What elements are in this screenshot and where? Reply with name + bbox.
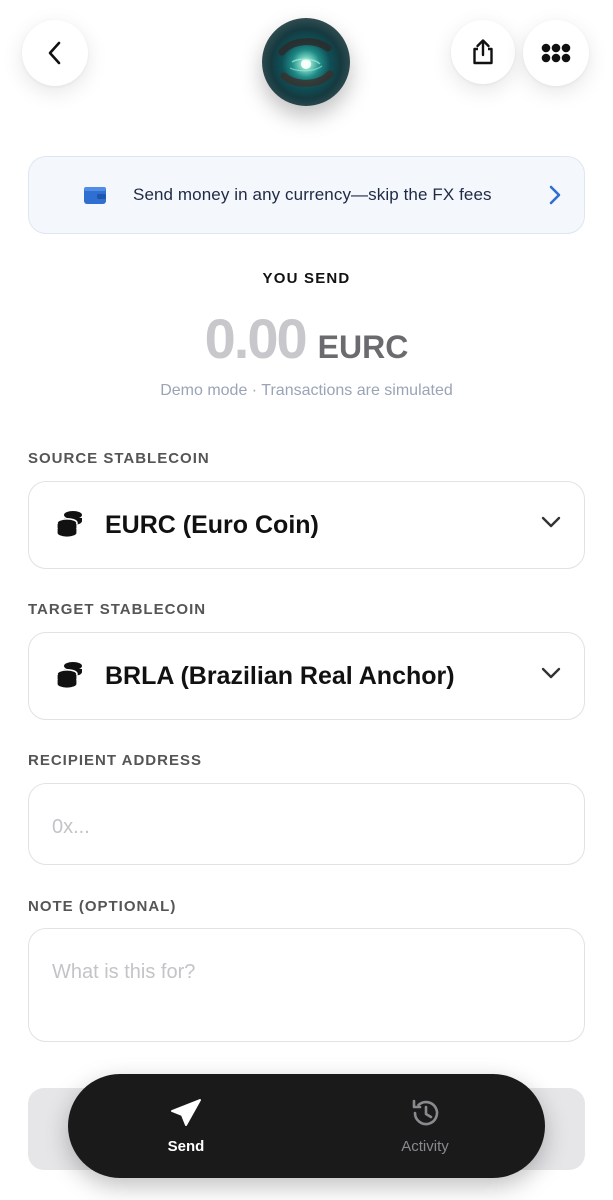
chevron-down-icon: [541, 667, 561, 679]
chevron-right-icon: [549, 185, 561, 205]
note-textarea[interactable]: What is this for?: [28, 928, 585, 1042]
you-send-heading: YOU SEND: [262, 270, 351, 287]
amount-currency: EURC: [317, 329, 409, 365]
chevron-left-icon: [48, 41, 61, 65]
tab-send-label: Send: [167, 1138, 205, 1155]
share-icon: [473, 39, 493, 65]
tab-activity[interactable]: Activity: [365, 1096, 485, 1155]
dots-grid-icon: [541, 43, 571, 63]
chevron-down-icon: [541, 516, 561, 528]
wallet-icon: [79, 179, 111, 211]
target-stablecoin-select[interactable]: BRLA (Brazilian Real Anchor): [28, 632, 585, 720]
avatar-art: [278, 38, 334, 87]
recipient-address-input[interactable]: 0x...: [28, 783, 585, 865]
source-stablecoin-label: SOURCE STABLECOIN: [28, 450, 210, 467]
target-stablecoin-label: TARGET STABLECOIN: [28, 601, 207, 618]
amount-value: 0.00: [204, 307, 308, 370]
history-icon: [412, 1099, 439, 1126]
fx-promo-banner[interactable]: Send money in any currency—skip the FX f…: [28, 156, 585, 234]
avatar[interactable]: [262, 18, 350, 106]
recipient-address-label: RECIPIENT ADDRESS: [28, 752, 202, 769]
source-stablecoin-value: EURC (Euro Coin): [105, 510, 319, 539]
paper-plane-icon: [171, 1099, 201, 1126]
banner-text: Send money in any currency—skip the FX f…: [133, 185, 492, 204]
more-menu-button[interactable]: [523, 20, 589, 86]
bottom-tab-bar: Send Activity: [68, 1074, 545, 1178]
share-button[interactable]: [451, 20, 515, 84]
demo-mode-note: Demo mode · Transactions are simulated: [160, 382, 453, 399]
coins-icon: [53, 659, 87, 693]
back-button[interactable]: [22, 20, 88, 86]
tab-activity-label: Activity: [401, 1138, 449, 1155]
tab-send[interactable]: Send: [126, 1096, 246, 1155]
coins-icon: [53, 508, 87, 542]
source-stablecoin-select[interactable]: EURC (Euro Coin): [28, 481, 585, 569]
amount-display[interactable]: 0.00 EURC: [0, 306, 613, 371]
note-label: NOTE (OPTIONAL): [28, 898, 177, 915]
target-stablecoin-value: BRLA (Brazilian Real Anchor): [105, 661, 455, 690]
